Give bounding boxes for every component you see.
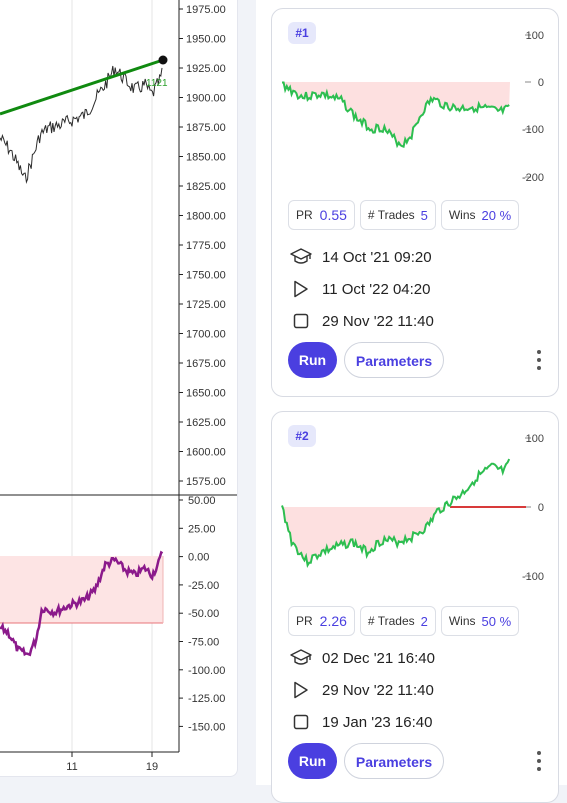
trained-date: 02 Dec '21 16:40	[322, 649, 435, 667]
indicator-tick-label: -125.00	[188, 693, 225, 705]
price-tick-label: 1750.00	[186, 270, 226, 282]
time-tick-label: 19	[146, 761, 158, 773]
trades-value: 2	[420, 613, 428, 629]
trained-date-row: 02 Dec '21 16:40	[290, 648, 435, 668]
price-tick-label: 1700.00	[186, 329, 226, 341]
axis-label: -100	[522, 124, 544, 136]
price-tick-label: 1975.00	[186, 4, 226, 16]
stats-row: PR 0.55 # Trades 5 Wins 20 %	[288, 200, 520, 230]
more-vertical-icon[interactable]	[536, 350, 542, 370]
axis-label: -200	[522, 172, 544, 184]
price-tick-label: 1950.00	[186, 34, 226, 46]
indicator-tick-label: -100.00	[188, 665, 225, 677]
price-tick-label: 1650.00	[186, 388, 226, 400]
price-series	[0, 65, 163, 185]
wins-value: 20 %	[481, 207, 512, 223]
price-chart[interactable]: 1121 1975.001950.001925.001900.001875.00…	[0, 0, 237, 776]
parameters-button[interactable]: Parameters	[344, 743, 444, 779]
price-tick-label: 1900.00	[186, 93, 226, 105]
start-date-row: 11 Oct '22 04:20	[290, 279, 431, 299]
price-tick-label: 1575.00	[186, 476, 226, 488]
price-marker-label: 1121	[146, 78, 168, 89]
graduation-cap-icon	[290, 247, 312, 267]
stop-icon	[290, 311, 312, 331]
trained-date-row: 14 Oct '21 09:20	[290, 247, 432, 267]
price-tick-label: 1625.00	[186, 417, 226, 429]
axis-label: 100	[526, 30, 544, 42]
pr-value: 2.26	[319, 613, 347, 629]
price-tick-label: 1800.00	[186, 211, 226, 223]
strategy-list: #1 100 0 -100 -200 PR 0.55 # Trades 5 Wins 20 …	[256, 0, 567, 803]
indicator-axis[interactable]: 50.00 25.00 0.00 -25.00 -50.00 -75.00 -100.00 -…	[179, 495, 225, 733]
end-date-row: 19 Jan '23 16:40	[290, 712, 432, 732]
end-date: 29 Nov '22 11:40	[322, 312, 434, 330]
end-date: 19 Jan '23 16:40	[322, 713, 433, 731]
price-tick-label: 1775.00	[186, 240, 226, 252]
price-axis[interactable]: 1975.00 1950.00 1925.00 1900.00 1875.00 1850.…	[179, 4, 226, 488]
trades-label: # Trades	[367, 614, 415, 628]
price-tick-label: 1600.00	[186, 447, 226, 459]
price-tick-label: 1925.00	[186, 63, 226, 75]
indicator-tick-label: 25.00	[188, 523, 216, 535]
trained-date: 14 Oct '21 09:20	[322, 248, 432, 266]
graduation-cap-icon	[290, 648, 312, 668]
pr-stat: PR 0.55	[288, 200, 355, 230]
trades-value: 5	[420, 207, 428, 223]
indicator-tick-label: -25.00	[188, 580, 219, 592]
strategy-card[interactable]: #1 100 0 -100 -200 PR 0.55 # Trades 5 Wins 20 …	[271, 8, 559, 397]
time-tick-label: 11	[66, 761, 77, 773]
price-tick-label: 1675.00	[186, 358, 226, 370]
indicator-tick-label: -50.00	[188, 608, 219, 620]
strategy-card[interactable]: #2 100 0 -100 PR 2.26 # Trades 2 Wins 50 % 02…	[271, 411, 559, 803]
trades-stat: # Trades 5	[359, 200, 436, 230]
parameters-button[interactable]: Parameters	[344, 342, 444, 378]
wins-label: Wins	[448, 614, 476, 628]
play-icon	[290, 279, 312, 299]
wins-value: 50 %	[481, 613, 512, 629]
wins-stat: Wins 20 %	[440, 200, 520, 230]
price-tick-label: 1825.00	[186, 181, 226, 193]
indicator-tick-label: 50.00	[188, 495, 216, 507]
axis-label: 0	[538, 77, 544, 89]
trend-line-handle[interactable]	[158, 55, 168, 65]
start-date: 11 Oct '22 04:20	[322, 280, 431, 298]
price-tick-label: 1850.00	[186, 152, 226, 164]
indicator-tick-label: -75.00	[188, 637, 219, 649]
stats-row: PR 2.26 # Trades 2 Wins 50 %	[288, 606, 520, 636]
axis-label: 0	[538, 502, 544, 514]
end-date-row: 29 Nov '22 11:40	[290, 311, 434, 331]
stop-icon	[290, 712, 312, 732]
trades-stat: # Trades 2	[359, 606, 436, 636]
run-button[interactable]: Run	[288, 743, 337, 779]
wins-label: Wins	[448, 208, 476, 222]
price-tick-label: 1875.00	[186, 122, 226, 134]
pr-label: PR	[296, 208, 313, 222]
pr-value: 0.55	[319, 207, 347, 223]
play-icon	[290, 680, 312, 700]
axis-label: 100	[526, 433, 544, 445]
indicator-tick-label: -150.00	[188, 721, 225, 733]
chart-panel[interactable]: 1121 1975.00 1950.00 1925.00 1900.00 1875.00…	[0, 0, 238, 777]
wins-stat: Wins 50 %	[440, 606, 520, 636]
price-tick-label: 1725.00	[186, 299, 226, 311]
trades-label: # Trades	[367, 208, 415, 222]
equity-chart: 100 0 -100 -200	[282, 30, 544, 184]
axis-label: -100	[522, 571, 544, 583]
drawdown-area	[282, 82, 510, 147]
run-button[interactable]: Run	[288, 342, 337, 378]
start-date-row: 29 Nov '22 11:40	[290, 680, 434, 700]
pr-stat: PR 2.26	[288, 606, 355, 636]
pr-label: PR	[296, 614, 313, 628]
indicator-tick-label: 0.00	[188, 552, 209, 564]
equity-chart: 100 0 -100	[281, 433, 544, 583]
start-date: 29 Nov '22 11:40	[322, 681, 434, 699]
time-axis[interactable]: 11 19	[66, 752, 158, 773]
more-vertical-icon[interactable]	[536, 751, 542, 771]
